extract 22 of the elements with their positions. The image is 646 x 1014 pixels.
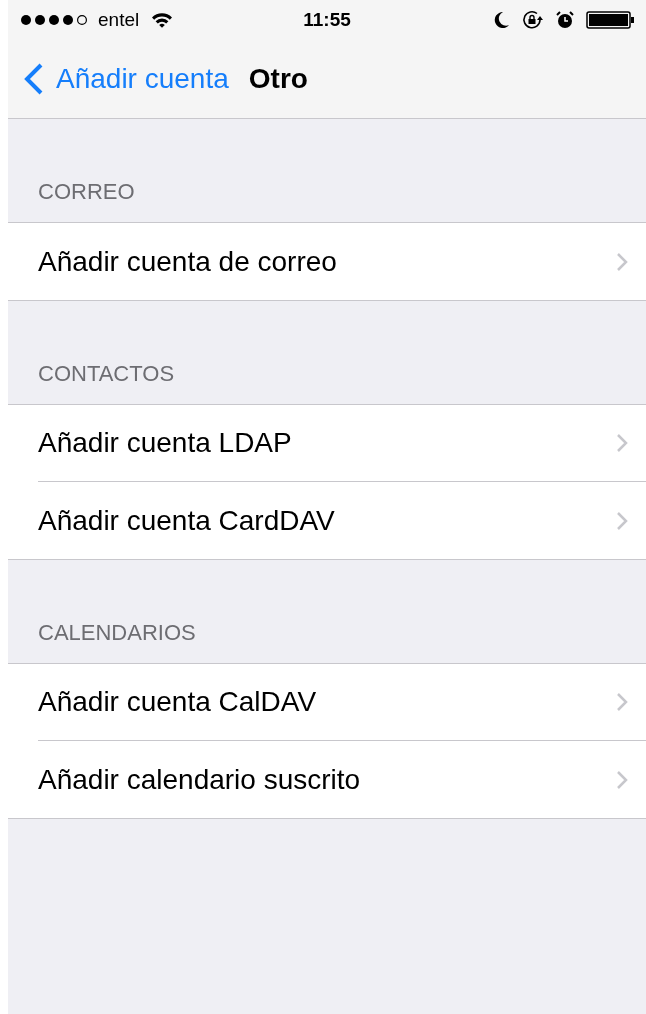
list-row[interactable]: Añadir cuenta CalDAV xyxy=(38,664,646,741)
carrier-name: entel xyxy=(98,7,140,32)
wifi-icon xyxy=(151,12,174,28)
battery-icon xyxy=(586,11,634,29)
chevron-right-icon xyxy=(616,433,628,453)
section-header: CORREO xyxy=(38,179,135,204)
chevron-left-icon xyxy=(24,63,44,95)
clock-time: 11:55 xyxy=(303,7,351,32)
section-header: CONTACTOS xyxy=(38,361,175,386)
list-row[interactable]: Añadir calendario suscrito xyxy=(38,741,646,818)
back-button[interactable]: Añadir cuenta xyxy=(24,58,229,100)
screen-title: Otro xyxy=(248,62,308,96)
list-row[interactable]: Añadir cuenta CardDAV xyxy=(38,482,646,559)
chevron-right-icon xyxy=(616,510,628,531)
list-row[interactable]: Añadir cuenta LDAP xyxy=(38,405,646,482)
chevron-right-icon xyxy=(616,769,628,790)
alarm-clock-icon xyxy=(556,11,574,29)
moon-icon xyxy=(494,11,510,29)
chevron-right-icon xyxy=(616,692,628,712)
section-header: CALENDARIOS xyxy=(38,620,196,645)
chevron-right-icon xyxy=(616,251,628,272)
rotation-lock-icon xyxy=(522,10,544,30)
